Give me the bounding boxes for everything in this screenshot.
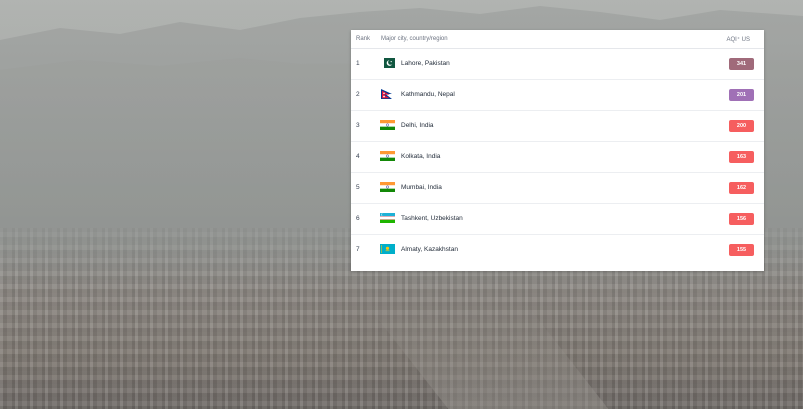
rank-cell: 2 bbox=[356, 91, 360, 98]
table-row[interactable]: 2 Kathmandu, Nepal 201 bbox=[351, 80, 764, 111]
aqi-badge: 155 bbox=[729, 244, 754, 256]
india-flag-icon bbox=[380, 182, 395, 192]
rank-cell: 1 bbox=[356, 60, 360, 67]
rank-cell: 7 bbox=[356, 246, 360, 253]
city-name: Mumbai, India bbox=[401, 184, 442, 191]
aqi-badge: 201 bbox=[729, 89, 754, 101]
table-row[interactable]: 4 Kolkata, India 163 bbox=[351, 142, 764, 173]
table-row[interactable]: 6 Tashkent, Uzbekistan 156 bbox=[351, 204, 764, 235]
aqi-badge: 341 bbox=[729, 58, 754, 70]
aqi-badge: 162 bbox=[729, 182, 754, 194]
aqi-badge: 200 bbox=[729, 120, 754, 132]
kazakhstan-flag-icon bbox=[380, 244, 395, 254]
rank-column-header: Rank bbox=[356, 36, 371, 42]
aqi-badge: 163 bbox=[729, 151, 754, 163]
city-name: Delhi, India bbox=[401, 122, 434, 129]
nepal-flag-icon bbox=[380, 89, 395, 99]
table-row[interactable]: 7 Almaty, Kazakhstan 155 bbox=[351, 235, 764, 266]
rank-cell: 4 bbox=[356, 153, 360, 160]
aqi-column-header: AQI⁺ US bbox=[726, 36, 750, 43]
city-column-header: Major city, country/region bbox=[381, 36, 448, 42]
city-name: Tashkent, Uzbekistan bbox=[401, 215, 463, 222]
table-row[interactable]: 5 Mumbai, India 162 bbox=[351, 173, 764, 204]
city-name: Kolkata, India bbox=[401, 153, 441, 160]
table-row[interactable]: 3 Delhi, India 200 bbox=[351, 111, 764, 142]
rank-cell: 6 bbox=[356, 215, 360, 222]
uzbekistan-flag-icon bbox=[380, 213, 395, 223]
table-row[interactable]: 1 Lahore, Pakistan 341 bbox=[351, 49, 764, 80]
rank-cell: 5 bbox=[356, 184, 360, 191]
city-name: Kathmandu, Nepal bbox=[401, 91, 455, 98]
pakistan-flag-icon bbox=[380, 58, 395, 68]
aqi-ranking-table: Rank Major city, country/region AQI⁺ US … bbox=[351, 30, 764, 271]
india-flag-icon bbox=[380, 120, 395, 130]
rank-cell: 3 bbox=[356, 122, 360, 129]
city-name: Lahore, Pakistan bbox=[401, 60, 450, 67]
table-header: Rank Major city, country/region AQI⁺ US bbox=[351, 30, 764, 49]
aqi-badge: 156 bbox=[729, 213, 754, 225]
city-name: Almaty, Kazakhstan bbox=[401, 246, 458, 253]
india-flag-icon bbox=[380, 151, 395, 161]
